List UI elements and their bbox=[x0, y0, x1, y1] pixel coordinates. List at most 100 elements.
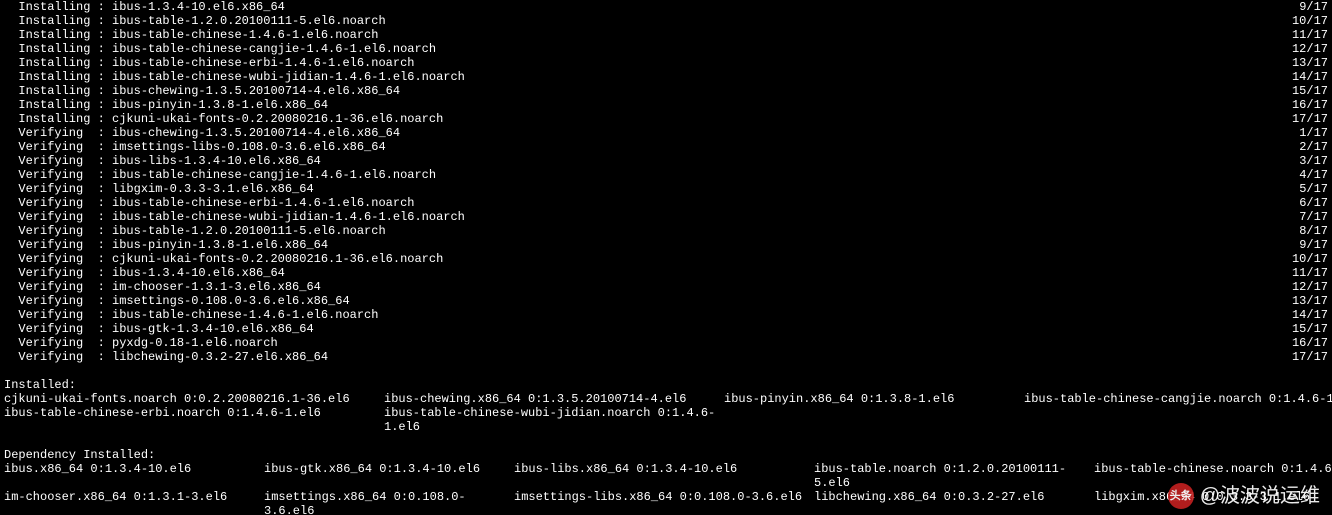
package-progress-line: Installing : ibus-table-chinese-1.4.6-1.… bbox=[4, 28, 1328, 42]
package-action-text: Verifying : cjkuni-ukai-fonts-0.2.200802… bbox=[4, 252, 443, 266]
package-count: 17/17 bbox=[1292, 350, 1328, 364]
package-progress-line: Verifying : ibus-table-chinese-erbi-1.4.… bbox=[4, 196, 1328, 210]
package-count: 12/17 bbox=[1292, 42, 1328, 56]
package-count: 1/17 bbox=[1299, 126, 1328, 140]
installed-heading: Installed: bbox=[4, 378, 1328, 392]
package-action-text: Verifying : ibus-table-chinese-cangjie-1… bbox=[4, 168, 436, 182]
dependency-pkg: im-chooser.x86_64 0:1.3.1-3.el6 bbox=[4, 490, 264, 515]
package-progress-line: Verifying : libchewing-0.3.2-27.el6.x86_… bbox=[4, 350, 1328, 364]
package-action-text: Verifying : ibus-libs-1.3.4-10.el6.x86_6… bbox=[4, 154, 321, 168]
blank-line bbox=[4, 434, 1328, 448]
package-count: 5/17 bbox=[1299, 182, 1328, 196]
package-action-text: Verifying : ibus-gtk-1.3.4-10.el6.x86_64 bbox=[4, 322, 314, 336]
package-progress-line: Verifying : ibus-gtk-1.3.4-10.el6.x86_64… bbox=[4, 322, 1328, 336]
package-count: 14/17 bbox=[1292, 70, 1328, 84]
dependency-pkg: libgxim.x86_64 0:0.3.3-3.1.el6 bbox=[1094, 490, 1310, 515]
package-action-text: Installing : ibus-table-1.2.0.20100111-5… bbox=[4, 14, 386, 28]
package-count: 10/17 bbox=[1292, 252, 1328, 266]
package-progress-line: Installing : ibus-pinyin-1.3.8-1.el6.x86… bbox=[4, 98, 1328, 112]
package-progress-line: Installing : ibus-table-chinese-wubi-jid… bbox=[4, 70, 1328, 84]
dependency-row: ibus.x86_64 0:1.3.4-10.el6ibus-gtk.x86_6… bbox=[4, 462, 1328, 490]
package-count: 6/17 bbox=[1299, 196, 1328, 210]
package-action-text: Verifying : ibus-1.3.4-10.el6.x86_64 bbox=[4, 266, 285, 280]
package-action-text: Verifying : imsettings-libs-0.108.0-3.6.… bbox=[4, 140, 386, 154]
installed-pkg: ibus-chewing.x86_64 0:1.3.5.20100714-4.e… bbox=[384, 392, 724, 406]
dependency-pkg: ibus-table-chinese.noarch 0:1.4.6-1.el6 bbox=[1094, 462, 1332, 490]
terminal-output[interactable]: Installing : ibus-1.3.4-10.el6.x86_64 9/1… bbox=[0, 0, 1332, 515]
package-action-text: Verifying : libgxim-0.3.3-3.1.el6.x86_64 bbox=[4, 182, 314, 196]
dependency-pkg: libchewing.x86_64 0:0.3.2-27.el6 bbox=[814, 490, 1094, 515]
dependency-pkg: imsettings.x86_64 0:0.108.0-3.6.el6 bbox=[264, 490, 514, 515]
package-action-text: Verifying : ibus-pinyin-1.3.8-1.el6.x86_… bbox=[4, 238, 328, 252]
installed-row: cjkuni-ukai-fonts.noarch 0:0.2.20080216.… bbox=[4, 392, 1328, 406]
package-action-text: Verifying : im-chooser-1.3.1-3.el6.x86_6… bbox=[4, 280, 321, 294]
package-progress-line: Installing : ibus-table-1.2.0.20100111-5… bbox=[4, 14, 1328, 28]
dep-installed-label: Dependency Installed: bbox=[4, 448, 155, 462]
package-count: 9/17 bbox=[1299, 238, 1328, 252]
package-progress-line: Verifying : imsettings-0.108.0-3.6.el6.x… bbox=[4, 294, 1328, 308]
package-action-text: Installing : ibus-1.3.4-10.el6.x86_64 bbox=[4, 0, 285, 14]
package-count: 12/17 bbox=[1292, 280, 1328, 294]
blank-line bbox=[4, 364, 1328, 378]
package-progress-line: Verifying : ibus-table-chinese-wubi-jidi… bbox=[4, 210, 1328, 224]
installed-pkg: ibus-table-chinese-cangjie.noarch 0:1.4.… bbox=[1024, 392, 1332, 406]
package-progress-line: Verifying : ibus-table-chinese-1.4.6-1.e… bbox=[4, 308, 1328, 322]
package-count: 4/17 bbox=[1299, 168, 1328, 182]
package-count: 13/17 bbox=[1292, 294, 1328, 308]
package-progress-line: Verifying : ibus-pinyin-1.3.8-1.el6.x86_… bbox=[4, 238, 1328, 252]
package-progress-line: Verifying : ibus-chewing-1.3.5.20100714-… bbox=[4, 126, 1328, 140]
package-count: 7/17 bbox=[1299, 210, 1328, 224]
package-action-text: Verifying : imsettings-0.108.0-3.6.el6.x… bbox=[4, 294, 350, 308]
dependency-pkg: imsettings-libs.x86_64 0:0.108.0-3.6.el6 bbox=[514, 490, 814, 515]
package-progress-line: Verifying : ibus-table-chinese-cangjie-1… bbox=[4, 168, 1328, 182]
package-count: 11/17 bbox=[1292, 266, 1328, 280]
package-action-text: Installing : ibus-table-chinese-cangjie-… bbox=[4, 42, 436, 56]
package-count: 13/17 bbox=[1292, 56, 1328, 70]
installed-pkg: ibus-table-chinese-erbi.noarch 0:1.4.6-1… bbox=[4, 406, 384, 434]
installed-row: ibus-table-chinese-erbi.noarch 0:1.4.6-1… bbox=[4, 406, 1328, 434]
package-progress-line: Verifying : libgxim-0.3.3-3.1.el6.x86_64… bbox=[4, 182, 1328, 196]
package-action-text: Verifying : ibus-table-chinese-1.4.6-1.e… bbox=[4, 308, 378, 322]
package-action-text: Installing : ibus-table-chinese-wubi-jid… bbox=[4, 70, 465, 84]
dependency-row: im-chooser.x86_64 0:1.3.1-3.el6imsetting… bbox=[4, 490, 1328, 515]
dep-installed-heading: Dependency Installed: bbox=[4, 448, 1328, 462]
package-count: 15/17 bbox=[1292, 322, 1328, 336]
package-progress-line: Verifying : im-chooser-1.3.1-3.el6.x86_6… bbox=[4, 280, 1328, 294]
dependency-pkg: ibus-gtk.x86_64 0:1.3.4-10.el6 bbox=[264, 462, 514, 490]
package-count: 16/17 bbox=[1292, 98, 1328, 112]
dependency-pkg: ibus-libs.x86_64 0:1.3.4-10.el6 bbox=[514, 462, 814, 490]
dependency-pkg: ibus-table.noarch 0:1.2.0.20100111-5.el6 bbox=[814, 462, 1094, 490]
package-count: 3/17 bbox=[1299, 154, 1328, 168]
package-progress-line: Installing : ibus-table-chinese-cangjie-… bbox=[4, 42, 1328, 56]
package-count: 11/17 bbox=[1292, 28, 1328, 42]
package-progress-line: Verifying : cjkuni-ukai-fonts-0.2.200802… bbox=[4, 252, 1328, 266]
installed-pkg: cjkuni-ukai-fonts.noarch 0:0.2.20080216.… bbox=[4, 392, 384, 406]
package-progress-line: Verifying : ibus-1.3.4-10.el6.x86_64 11/1… bbox=[4, 266, 1328, 280]
package-progress-line: Installing : ibus-1.3.4-10.el6.x86_649/1… bbox=[4, 0, 1328, 14]
package-progress-line: Verifying : imsettings-libs-0.108.0-3.6.… bbox=[4, 140, 1328, 154]
package-count: 8/17 bbox=[1299, 224, 1328, 238]
package-count: 16/17 bbox=[1292, 336, 1328, 350]
package-action-text: Verifying : ibus-table-chinese-erbi-1.4.… bbox=[4, 196, 414, 210]
package-action-text: Installing : ibus-table-chinese-erbi-1.4… bbox=[4, 56, 414, 70]
package-action-text: Verifying : ibus-table-1.2.0.20100111-5.… bbox=[4, 224, 386, 238]
dependency-pkg: ibus.x86_64 0:1.3.4-10.el6 bbox=[4, 462, 264, 490]
package-progress-line: Verifying : ibus-libs-1.3.4-10.el6.x86_6… bbox=[4, 154, 1328, 168]
package-action-text: Verifying : pyxdg-0.18-1.el6.noarch bbox=[4, 336, 278, 350]
package-progress-line: Installing : cjkuni-ukai-fonts-0.2.20080… bbox=[4, 112, 1328, 126]
package-count: 17/17 bbox=[1292, 112, 1328, 126]
package-action-text: Verifying : libchewing-0.3.2-27.el6.x86_… bbox=[4, 350, 328, 364]
package-progress-line: Verifying : ibus-table-1.2.0.20100111-5.… bbox=[4, 224, 1328, 238]
package-action-text: Installing : ibus-chewing-1.3.5.20100714… bbox=[4, 84, 400, 98]
installed-pkg bbox=[724, 406, 1024, 434]
package-action-text: Verifying : ibus-chewing-1.3.5.20100714-… bbox=[4, 126, 400, 140]
installed-pkg: ibus-table-chinese-wubi-jidian.noarch 0:… bbox=[384, 406, 724, 434]
package-count: 15/17 bbox=[1292, 84, 1328, 98]
package-progress-line: Installing : ibus-chewing-1.3.5.20100714… bbox=[4, 84, 1328, 98]
package-action-text: Installing : cjkuni-ukai-fonts-0.2.20080… bbox=[4, 112, 443, 126]
installed-label: Installed: bbox=[4, 378, 76, 392]
package-action-text: Verifying : ibus-table-chinese-wubi-jidi… bbox=[4, 210, 465, 224]
package-count: 2/17 bbox=[1299, 140, 1328, 154]
installed-pkg: ibus-pinyin.x86_64 0:1.3.8-1.el6 bbox=[724, 392, 1024, 406]
package-count: 14/17 bbox=[1292, 308, 1328, 322]
